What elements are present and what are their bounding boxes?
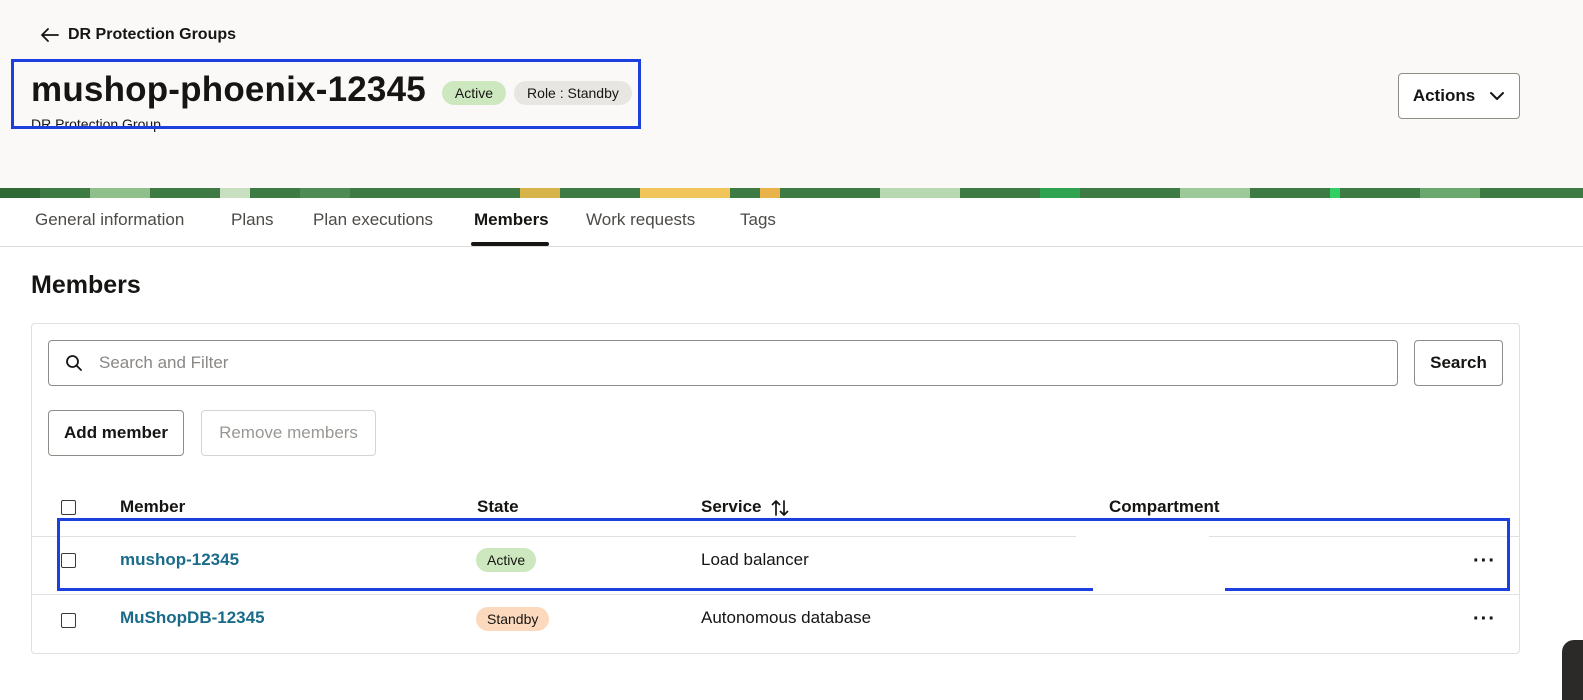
back-link-label: DR Protection Groups [68, 26, 237, 43]
row-checkbox[interactable] [61, 613, 76, 628]
tab-plans[interactable]: Plans [231, 210, 274, 230]
select-all-checkbox[interactable] [61, 500, 76, 515]
service-cell: Autonomous database [701, 608, 872, 627]
tab-plan-executions[interactable]: Plan executions [313, 210, 433, 230]
chevron-down-icon [1490, 92, 1505, 100]
search-field[interactable] [48, 340, 1398, 386]
actions-button[interactable]: Actions [1398, 73, 1520, 119]
actions-button-label: Actions [1412, 86, 1476, 105]
row-highlight-box [57, 518, 1510, 591]
row-divider [32, 594, 1519, 595]
search-button[interactable]: Search [1414, 340, 1503, 386]
row-highlight-bottom-right [1225, 588, 1510, 591]
tab-tags[interactable]: Tags [740, 210, 776, 230]
column-header-member: Member [120, 497, 186, 516]
arrow-left-icon [41, 28, 59, 42]
section-title: Members [31, 271, 141, 299]
tab-work-requests[interactable]: Work requests [586, 210, 695, 230]
back-link[interactable]: DR Protection Groups [40, 26, 236, 44]
search-input[interactable] [97, 352, 1301, 374]
row-actions-menu-icon[interactable]: ··· [1473, 609, 1496, 629]
state-badge: Standby [476, 607, 550, 631]
page-header: DR Protection Groups mushop-phoenix-1234… [0, 0, 1583, 188]
column-header-service[interactable]: Service [701, 497, 762, 517]
row-highlight-bottom-left [57, 588, 1093, 591]
column-header-state: State [477, 497, 519, 516]
column-header-compartment: Compartment [1109, 497, 1220, 516]
remove-members-button: Remove members [201, 410, 376, 456]
tab-members[interactable]: Members [474, 210, 549, 230]
sort-icon[interactable] [771, 498, 789, 518]
tab-general-information[interactable]: General information [35, 210, 184, 230]
member-link[interactable]: MuShopDB-12345 [120, 608, 265, 628]
search-icon [65, 354, 83, 372]
highlight-gap [1076, 533, 1209, 593]
overlay-corner [1562, 640, 1583, 700]
add-member-button[interactable]: Add member [48, 410, 184, 456]
active-tab-indicator [471, 242, 549, 246]
tab-bar: General information Plans Plan execution… [0, 198, 1583, 247]
decorative-banner [0, 188, 1583, 198]
title-highlight-box [11, 59, 641, 129]
